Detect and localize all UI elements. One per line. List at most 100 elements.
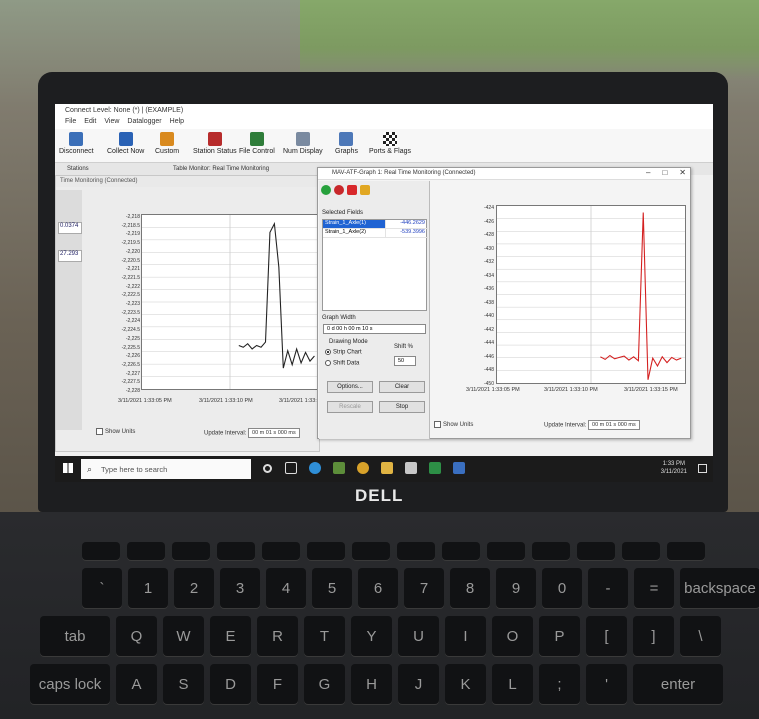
custom-button[interactable]: Custom bbox=[155, 132, 179, 155]
remove-field-icon[interactable] bbox=[334, 185, 344, 195]
keyboard-key[interactable]: 8 bbox=[450, 568, 490, 608]
graph-width-input[interactable]: 0 d 00 h 00 m 10 s bbox=[323, 324, 426, 334]
shift-data-radio[interactable]: Shift Data bbox=[325, 360, 359, 367]
app-icon[interactable] bbox=[333, 462, 345, 474]
keyboard-key[interactable] bbox=[532, 542, 570, 560]
menu-help[interactable]: Help bbox=[170, 118, 184, 129]
menu-file[interactable]: File bbox=[65, 118, 76, 129]
station-status-button[interactable]: Station Status bbox=[193, 132, 237, 155]
keyboard-key[interactable]: caps lock bbox=[30, 664, 110, 704]
task-view-icon[interactable] bbox=[285, 462, 297, 474]
keyboard-key[interactable]: 4 bbox=[266, 568, 306, 608]
loggernet-icon[interactable] bbox=[429, 462, 441, 474]
show-units-checkbox[interactable] bbox=[96, 428, 103, 435]
cortana-icon[interactable] bbox=[263, 464, 272, 473]
keyboard-key[interactable]: Y bbox=[351, 616, 392, 656]
keyboard-key[interactable] bbox=[262, 542, 300, 560]
show-units-checkbox[interactable] bbox=[434, 421, 441, 428]
keyboard-key[interactable] bbox=[487, 542, 525, 560]
file-explorer-icon[interactable] bbox=[381, 462, 393, 474]
num-display-button[interactable]: Num Display bbox=[283, 132, 323, 155]
keyboard-key[interactable]: = bbox=[634, 568, 674, 608]
taskbar-search-input[interactable]: ⌕ Type here to search bbox=[81, 459, 251, 479]
keyboard-key[interactable]: \ bbox=[680, 616, 721, 656]
keyboard-key[interactable]: ' bbox=[586, 664, 627, 704]
delete-field-icon[interactable] bbox=[347, 185, 357, 195]
properties-icon[interactable] bbox=[360, 185, 370, 195]
graphs-button[interactable]: Graphs bbox=[335, 132, 358, 155]
windows-start-icon[interactable] bbox=[63, 463, 73, 473]
keyboard-key[interactable] bbox=[82, 542, 120, 560]
keyboard-key[interactable] bbox=[577, 542, 615, 560]
selected-fields-list[interactable]: Strain_1_Axle(1) -446.2629 Strain_1_Axle(… bbox=[322, 219, 428, 311]
edge-icon[interactable] bbox=[309, 462, 321, 474]
keyboard-key[interactable]: D bbox=[210, 664, 251, 704]
keyboard-key[interactable]: 1 bbox=[128, 568, 168, 608]
keyboard-key[interactable]: - bbox=[588, 568, 628, 608]
strip-chart-radio[interactable]: Strip Chart bbox=[325, 349, 362, 356]
active-app-icon[interactable] bbox=[453, 462, 465, 474]
keyboard-key[interactable] bbox=[622, 542, 660, 560]
keyboard-key[interactable]: A bbox=[116, 664, 157, 704]
maximize-icon[interactable]: □ bbox=[662, 168, 667, 177]
keyboard-key[interactable] bbox=[127, 542, 165, 560]
menu-edit[interactable]: Edit bbox=[84, 118, 96, 129]
keyboard-key[interactable]: enter bbox=[633, 664, 723, 704]
store-icon[interactable] bbox=[405, 462, 417, 474]
chrome-icon[interactable] bbox=[357, 462, 369, 474]
system-tray-clock[interactable]: 1:33 PM 3/11/2021 bbox=[661, 460, 687, 476]
keyboard-key[interactable]: 2 bbox=[174, 568, 214, 608]
keyboard-key[interactable]: J bbox=[398, 664, 439, 704]
keyboard-key[interactable]: I bbox=[445, 616, 486, 656]
keyboard-key[interactable] bbox=[667, 542, 705, 560]
keyboard-key[interactable]: E bbox=[210, 616, 251, 656]
keyboard-key[interactable]: U bbox=[398, 616, 439, 656]
clear-button[interactable]: Clear bbox=[379, 381, 425, 393]
keyboard-key[interactable]: 0 bbox=[542, 568, 582, 608]
field-row[interactable]: Strain_1_Axle(1) -446.2629 bbox=[323, 220, 428, 229]
keyboard-key[interactable]: ` bbox=[82, 568, 122, 608]
keyboard-key[interactable]: 6 bbox=[358, 568, 398, 608]
keyboard-key[interactable] bbox=[172, 542, 210, 560]
keyboard-key[interactable]: P bbox=[539, 616, 580, 656]
keyboard-key[interactable]: F bbox=[257, 664, 298, 704]
keyboard-key[interactable] bbox=[352, 542, 390, 560]
left-show-units[interactable]: Show Units bbox=[96, 428, 135, 435]
keyboard-key[interactable]: G bbox=[304, 664, 345, 704]
shift-percent-input[interactable]: 50 bbox=[394, 356, 416, 366]
keyboard-key[interactable]: O bbox=[492, 616, 533, 656]
keyboard-key[interactable]: backspace bbox=[680, 568, 759, 608]
ports-flags-button[interactable]: Ports & Flags bbox=[369, 132, 411, 155]
keyboard-key[interactable]: S bbox=[163, 664, 204, 704]
notification-icon[interactable] bbox=[698, 464, 707, 473]
keyboard-key[interactable]: Q bbox=[116, 616, 157, 656]
keyboard-key[interactable]: W bbox=[163, 616, 204, 656]
stop-button[interactable]: Stop bbox=[379, 401, 425, 413]
menu-datalogger[interactable]: Datalogger bbox=[127, 118, 161, 129]
keyboard-key[interactable]: tab bbox=[40, 616, 110, 656]
keyboard-key[interactable] bbox=[442, 542, 480, 560]
keyboard-key[interactable]: 3 bbox=[220, 568, 260, 608]
tab-stations[interactable]: Stations bbox=[67, 166, 89, 172]
keyboard-key[interactable]: [ bbox=[586, 616, 627, 656]
keyboard-key[interactable]: T bbox=[304, 616, 345, 656]
disconnect-button[interactable]: Disconnect bbox=[59, 132, 94, 155]
close-icon[interactable]: ✕ bbox=[679, 168, 686, 177]
keyboard-key[interactable]: 7 bbox=[404, 568, 444, 608]
keyboard-key[interactable]: ; bbox=[539, 664, 580, 704]
keyboard-key[interactable] bbox=[397, 542, 435, 560]
update-interval-select[interactable]: 00 m 01 s 000 ms bbox=[248, 428, 300, 438]
keyboard-key[interactable] bbox=[217, 542, 255, 560]
keyboard-key[interactable]: H bbox=[351, 664, 392, 704]
keyboard-key[interactable]: 9 bbox=[496, 568, 536, 608]
menu-view[interactable]: View bbox=[104, 118, 119, 129]
keyboard-key[interactable]: K bbox=[445, 664, 486, 704]
keyboard-key[interactable]: R bbox=[257, 616, 298, 656]
collect-now-button[interactable]: Collect Now bbox=[107, 132, 144, 155]
add-field-icon[interactable] bbox=[321, 185, 331, 195]
keyboard-key[interactable]: L bbox=[492, 664, 533, 704]
field-row[interactable]: Strain_1_Axle(2) -539.3996 bbox=[323, 229, 428, 238]
options-button[interactable]: Options... bbox=[327, 381, 373, 393]
right-show-units[interactable]: Show Units bbox=[434, 421, 473, 428]
rescale-button[interactable]: Rescale bbox=[327, 401, 373, 413]
